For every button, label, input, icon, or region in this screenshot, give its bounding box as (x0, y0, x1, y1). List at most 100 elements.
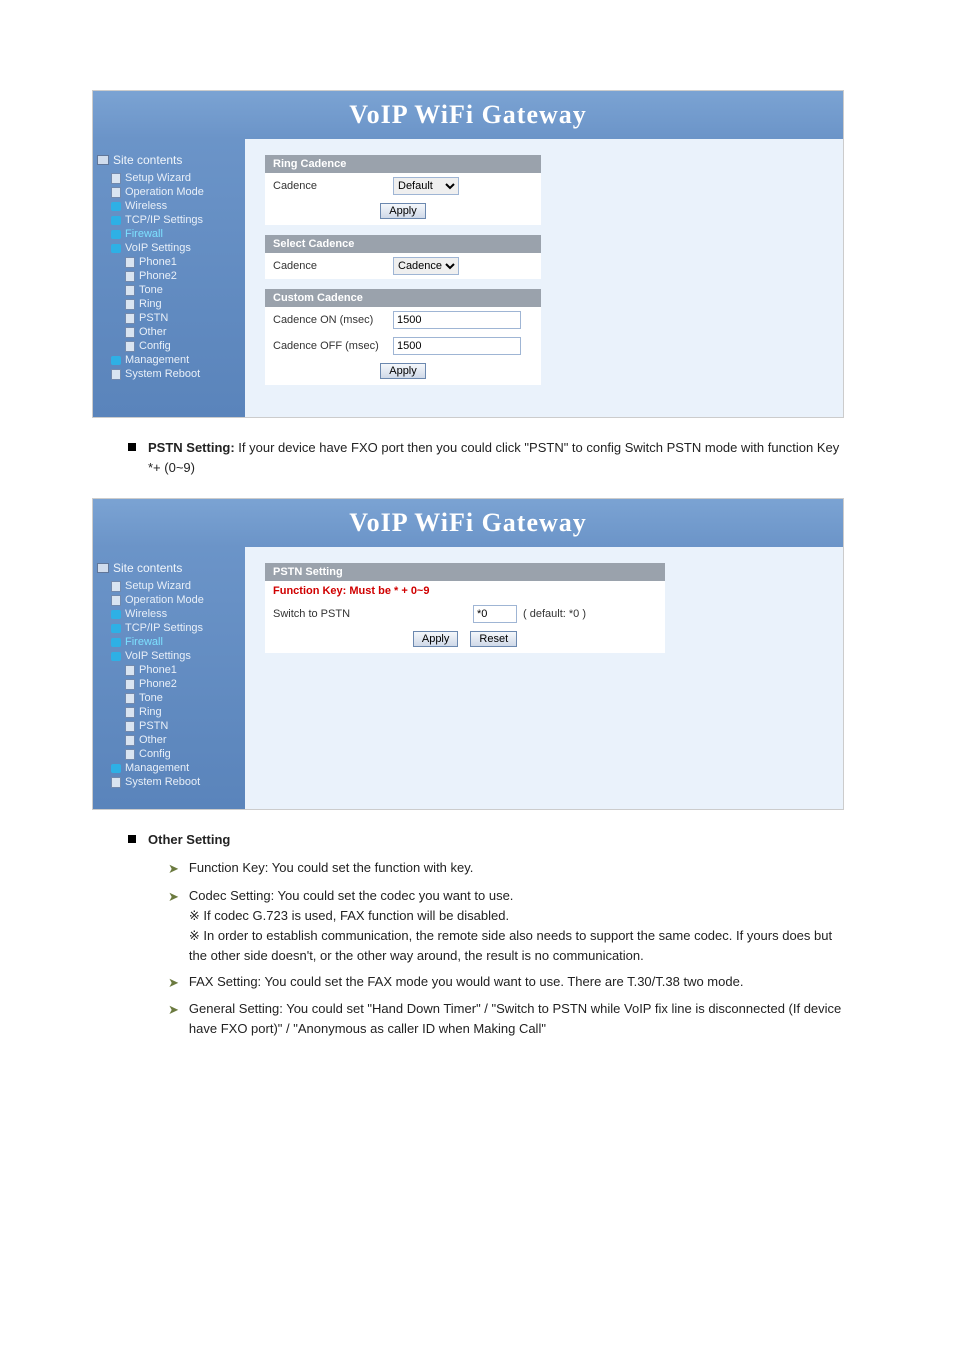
sidebar-item-ring[interactable]: Ring (97, 705, 241, 719)
arrow-icon: ➤ (168, 973, 179, 993)
sidebar-item-config[interactable]: Config (97, 339, 241, 353)
page-icon (111, 187, 121, 198)
cadence-off-input[interactable] (393, 337, 521, 355)
default-hint: ( default: *0 ) (523, 608, 586, 620)
page-icon (125, 313, 135, 324)
sidebar-item-phone1[interactable]: Phone1 (97, 663, 241, 677)
app-header: VoIP WiFi Gateway (93, 499, 843, 547)
apply-button[interactable]: Apply (380, 363, 426, 379)
sidebar-item-system-reboot[interactable]: System Reboot (97, 367, 241, 381)
sidebar-item-label: Management (125, 354, 189, 366)
sidebar-item-label: System Reboot (125, 776, 200, 788)
sidebar-item-tcp-ip-settings[interactable]: TCP/IP Settings (97, 213, 241, 227)
sidebar-item-wireless[interactable]: Wireless (97, 607, 241, 621)
cadence-on-input[interactable] (393, 311, 521, 329)
function-key-note: Function Key: Must be * + 0~9 (265, 581, 665, 601)
ring-cadence-panel: Ring Cadence Cadence Default Apply (265, 155, 541, 225)
sidebar-item-label: Operation Mode (125, 186, 204, 198)
sidebar: Site contents Setup WizardOperation Mode… (93, 547, 245, 809)
codec-setting-text: Codec Setting: You could set the codec y… (189, 886, 848, 967)
sidebar-item-setup-wizard[interactable]: Setup Wizard (97, 171, 241, 185)
tree-root: Site contents (97, 153, 241, 167)
page-icon (125, 679, 135, 690)
folder-icon (111, 202, 121, 211)
sidebar-item-tcp-ip-settings[interactable]: TCP/IP Settings (97, 621, 241, 635)
sidebar-item-label: Config (139, 748, 171, 760)
cadence-row: Cadence Default (265, 173, 541, 199)
sidebar-item-management[interactable]: Management (97, 761, 241, 775)
sidebar-item-tone[interactable]: Tone (97, 283, 241, 297)
custom-cadence-panel: Custom Cadence Cadence ON (msec) Cadence… (265, 289, 541, 385)
folder-icon (111, 638, 121, 647)
sidebar-item-label: Wireless (125, 608, 167, 620)
arrow-icon: ➤ (168, 887, 179, 967)
sidebar-item-config[interactable]: Config (97, 747, 241, 761)
page-icon (125, 707, 135, 718)
page-icon (125, 749, 135, 760)
page-icon (125, 257, 135, 268)
page-icon (111, 777, 121, 788)
screenshot-pstn: VoIP WiFi Gateway Site contents Setup Wi… (92, 498, 844, 810)
folder-icon (111, 356, 121, 365)
other-setting-description: Other Setting ➤Function Key: You could s… (128, 830, 848, 1039)
sidebar-item-wireless[interactable]: Wireless (97, 199, 241, 213)
sidebar-item-ring[interactable]: Ring (97, 297, 241, 311)
sidebar-item-other[interactable]: Other (97, 325, 241, 339)
sidebar-item-system-reboot[interactable]: System Reboot (97, 775, 241, 789)
page-icon (125, 327, 135, 338)
sidebar-item-label: Ring (139, 706, 162, 718)
general-setting-text: General Setting: You could set "Hand Dow… (189, 999, 848, 1039)
switch-pstn-input[interactable] (473, 605, 517, 623)
sidebar-item-label: PSTN (139, 312, 168, 324)
page-icon (125, 665, 135, 676)
page-icon (125, 271, 135, 282)
function-key-text: Function Key: You could set the function… (189, 858, 848, 879)
page-icon (125, 341, 135, 352)
sidebar-item-tone[interactable]: Tone (97, 691, 241, 705)
desktop-icon (97, 563, 109, 573)
sidebar-item-operation-mode[interactable]: Operation Mode (97, 593, 241, 607)
sidebar-item-label: Operation Mode (125, 594, 204, 606)
cadence-off-label: Cadence OFF (msec) (273, 340, 393, 352)
cadence-select[interactable]: Default (393, 177, 459, 195)
sidebar-item-label: System Reboot (125, 368, 200, 380)
page-icon (125, 721, 135, 732)
sidebar-item-other[interactable]: Other (97, 733, 241, 747)
sidebar-item-management[interactable]: Management (97, 353, 241, 367)
sidebar-item-label: Other (139, 326, 167, 338)
panel-header: Select Cadence (265, 235, 541, 253)
sidebar-item-voip-settings[interactable]: VoIP Settings (97, 241, 241, 255)
arrow-icon: ➤ (168, 859, 179, 879)
cadence-label: Cadence (273, 180, 393, 192)
sidebar-item-pstn[interactable]: PSTN (97, 311, 241, 325)
page-icon (125, 299, 135, 310)
sidebar-item-label: Management (125, 762, 189, 774)
sidebar-item-phone2[interactable]: Phone2 (97, 677, 241, 691)
sidebar-item-voip-settings[interactable]: VoIP Settings (97, 649, 241, 663)
desktop-icon (97, 155, 109, 165)
cadence-on-label: Cadence ON (msec) (273, 314, 393, 326)
apply-button[interactable]: Apply (380, 203, 426, 219)
root-label: Site contents (113, 561, 182, 575)
sidebar-item-firewall[interactable]: Firewall (97, 227, 241, 241)
sidebar-item-label: Phone2 (139, 678, 177, 690)
cadence-on-row: Cadence ON (msec) (265, 307, 541, 333)
sidebar-item-pstn[interactable]: PSTN (97, 719, 241, 733)
cadence-select-2[interactable]: Cadence1 (393, 257, 459, 275)
pstn-setting-panel: PSTN Setting Function Key: Must be * + 0… (265, 563, 665, 653)
sidebar-item-phone1[interactable]: Phone1 (97, 255, 241, 269)
page-icon (125, 735, 135, 746)
reset-button[interactable]: Reset (470, 631, 517, 647)
sidebar-item-phone2[interactable]: Phone2 (97, 269, 241, 283)
cadence-off-row: Cadence OFF (msec) (265, 333, 541, 359)
app-header: VoIP WiFi Gateway (93, 91, 843, 139)
apply-button[interactable]: Apply (413, 631, 459, 647)
sidebar-item-operation-mode[interactable]: Operation Mode (97, 185, 241, 199)
sidebar-item-label: Wireless (125, 200, 167, 212)
fax-setting-text: FAX Setting: You could set the FAX mode … (189, 972, 848, 993)
sidebar-item-firewall[interactable]: Firewall (97, 635, 241, 649)
switch-pstn-row: Switch to PSTN ( default: *0 ) (265, 601, 665, 627)
tree-root: Site contents (97, 561, 241, 575)
sidebar-item-setup-wizard[interactable]: Setup Wizard (97, 579, 241, 593)
sidebar-item-label: Phone2 (139, 270, 177, 282)
